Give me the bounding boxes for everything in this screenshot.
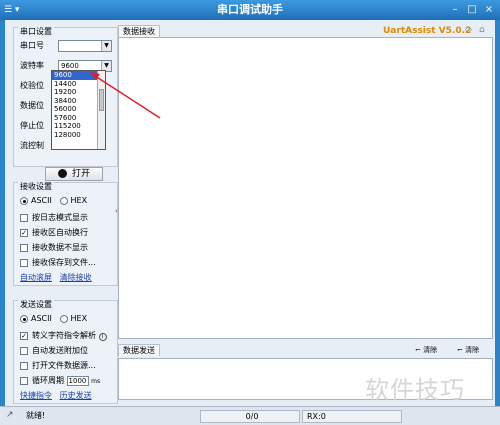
send-opt2-row[interactable]: 自动发送附加位 (20, 345, 88, 357)
send-settings-group: 发送设置 ASCII HEX ✓ 转义字符指令解析 i 自动发送附加位 打开文件数… (13, 300, 118, 404)
recv-opt2-row[interactable]: ✓ 接收区自动换行 (20, 227, 88, 239)
scrollbar-thumb[interactable] (99, 89, 104, 111)
watermark-text: 软件技巧 (365, 376, 465, 404)
baud-dropdown-list[interactable]: 9600 14400 19200 38400 56000 57600 115200 12800… (51, 70, 106, 150)
recv-opt4-row[interactable]: 接收保存到文件... (20, 257, 96, 269)
status-dot-icon (57, 169, 67, 178)
checkbox-checked[interactable]: ✓ (20, 331, 28, 340)
parity-label: 校验位 (20, 81, 44, 90)
clear-receive-link[interactable]: 清除接收 (60, 273, 92, 282)
serial-settings-title: 串口设置 (18, 27, 54, 37)
recv-hex-radio[interactable] (59, 196, 68, 205)
send-opt1-row[interactable]: ✓ 转义字符指令解析 i (20, 330, 107, 342)
recv-ascii-radio[interactable] (20, 196, 28, 205)
send-clear-label-1: 清除 (423, 346, 438, 354)
checkbox[interactable] (20, 376, 28, 385)
history-link[interactable]: 历史发送 (60, 391, 92, 400)
databits-label: 数据位 (20, 101, 44, 110)
clear-icon: ⌐ (415, 346, 424, 354)
maximize-button[interactable]: □ (465, 3, 479, 17)
recv-ascii-label: ASCII (31, 196, 52, 205)
send-ascii-label: ASCII (31, 314, 52, 323)
recv-opt3-label: 接收数据不显示 (32, 243, 88, 252)
recv-opt1-label: 按日志模式显示 (32, 213, 88, 222)
collapse-handle-icon[interactable]: ‹ (115, 205, 119, 217)
home-icon[interactable]: ⌂ (479, 25, 485, 35)
send-opt1-label: 转义字符指令解析 (32, 331, 96, 340)
window-title: 串口调试助手 (217, 3, 283, 16)
receive-settings-title: 接收设置 (18, 182, 54, 192)
period-unit: ms (91, 378, 101, 385)
send-clear-label-2: 清除 (465, 346, 480, 354)
chevron-down-icon[interactable]: ▼ (101, 41, 111, 51)
baud-value: 9600 (61, 62, 79, 70)
send-mode-row: ASCII HEX (20, 313, 87, 325)
minimize-button[interactable]: – (448, 3, 462, 17)
send-hex-label: HEX (70, 314, 88, 323)
recv-opt2-label: 接收区自动换行 (32, 228, 88, 237)
recv-links-row: 自动滚屏 清除接收 (20, 272, 92, 284)
receive-settings-group: 接收设置 ASCII HEX 按日志模式显示 ✓ 接收区自动换行 接收数据不显示 … (13, 182, 118, 286)
send-opt4-label: 循环周期 (32, 376, 64, 385)
shortcut-link[interactable]: 快捷指令 (20, 391, 52, 400)
recv-opt1-row[interactable]: 按日志模式显示 (20, 212, 88, 224)
open-port-button[interactable]: 打开 (45, 167, 103, 181)
diamond-icon[interactable]: ◇ (465, 25, 472, 35)
receive-text-area[interactable] (118, 37, 493, 339)
checkbox-checked[interactable]: ✓ (20, 228, 28, 237)
port-label: 串口号 (20, 41, 44, 50)
status-rx: RX:0 (302, 410, 402, 423)
send-settings-title: 发送设置 (18, 300, 54, 310)
open-button-label: 打开 (71, 169, 90, 179)
status-bar: ↗ 就绪! 0/0 RX:0 (0, 406, 500, 425)
period-input[interactable]: 1000 (66, 376, 89, 386)
send-clear-tool-1[interactable]: ⌐ 清除 (415, 345, 437, 355)
recv-hex-label: HEX (70, 196, 88, 205)
checkbox[interactable] (20, 258, 28, 267)
tab-send[interactable]: 数据发送 (118, 344, 160, 356)
status-text: 就绪! (26, 411, 46, 420)
recv-mode-row: ASCII HEX (20, 195, 87, 207)
auto-scroll-link[interactable]: 自动滚屏 (20, 273, 52, 282)
version-label: UartAssist V5.0.2 (383, 26, 472, 36)
dropdown-scrollbar[interactable] (97, 71, 105, 149)
info-icon[interactable]: i (98, 333, 107, 341)
checkbox[interactable] (20, 361, 28, 370)
checkbox[interactable] (20, 346, 28, 355)
flow-label: 流控制 (20, 141, 44, 150)
send-opt4-row[interactable]: 循环周期 1000 ms (20, 375, 100, 387)
checkbox[interactable] (20, 243, 28, 252)
tab-receive[interactable]: 数据接收 (118, 25, 160, 37)
send-hex-radio[interactable] (59, 314, 68, 323)
clear-icon: ⌐ (457, 346, 466, 354)
send-ascii-radio[interactable] (20, 314, 28, 323)
status-icon: ↗ (6, 410, 14, 420)
send-opt3-row[interactable]: 打开文件数据源... (20, 360, 96, 372)
app-window: ☰ ▾ 串口调试助手 – □ × 串口设置 串口号 ▼ 波特率 9600 ▼ 校… (0, 0, 500, 425)
recv-opt3-row[interactable]: 接收数据不显示 (20, 242, 88, 254)
send-opt2-label: 自动发送附加位 (32, 346, 88, 355)
status-counter: 0/0 (200, 410, 300, 423)
stopbits-label: 停止位 (20, 121, 44, 130)
port-select[interactable]: ▼ (58, 40, 112, 52)
close-button[interactable]: × (482, 3, 496, 17)
send-links-row: 快捷指令 历史发送 (20, 390, 92, 402)
title-bar: ☰ ▾ 串口调试助手 – □ × (0, 0, 500, 20)
send-opt3-label: 打开文件数据源... (32, 361, 96, 370)
send-clear-tool-2[interactable]: ⌐ 清除 (457, 345, 479, 355)
checkbox[interactable] (20, 213, 28, 222)
baud-label: 波特率 (20, 61, 44, 70)
recv-opt4-label: 接收保存到文件... (32, 258, 96, 267)
